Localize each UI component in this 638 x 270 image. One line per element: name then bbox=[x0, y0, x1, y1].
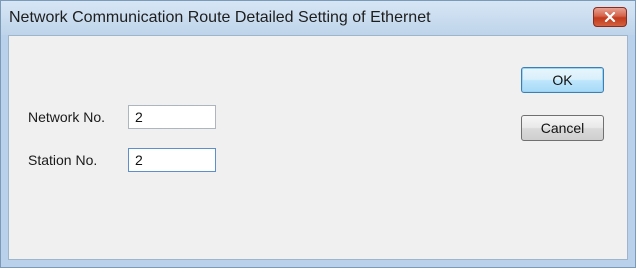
dialog-window: Network Communication Route Detailed Set… bbox=[0, 0, 636, 268]
title-bar[interactable]: Network Communication Route Detailed Set… bbox=[1, 1, 635, 35]
network-no-label: Network No. bbox=[28, 109, 106, 125]
ok-button[interactable]: OK bbox=[521, 67, 604, 93]
close-button[interactable] bbox=[593, 7, 627, 27]
close-icon bbox=[604, 12, 616, 22]
station-no-field[interactable] bbox=[128, 148, 216, 172]
dialog-body: Network No. Station No. OK Cancel bbox=[8, 35, 628, 260]
network-no-field[interactable] bbox=[128, 105, 216, 129]
window-title: Network Communication Route Detailed Set… bbox=[9, 9, 431, 26]
cancel-button[interactable]: Cancel bbox=[521, 115, 604, 141]
station-no-label: Station No. bbox=[28, 152, 98, 168]
